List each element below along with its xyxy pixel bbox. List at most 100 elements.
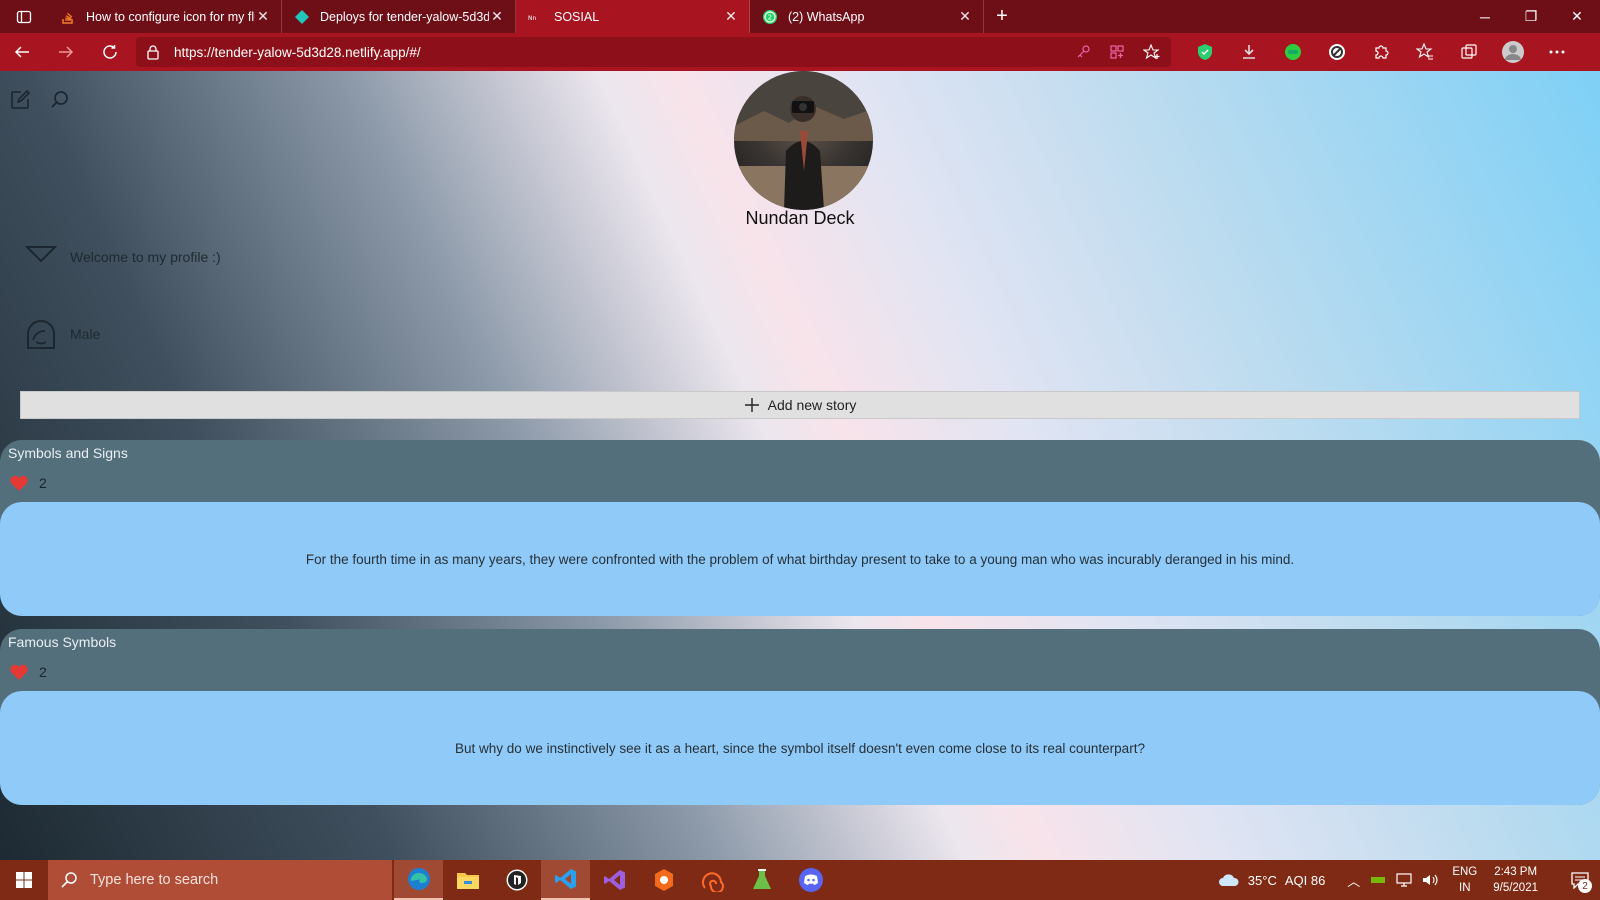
profile-photo-icon xyxy=(734,71,873,210)
browser-tab[interactable]: How to configure icon for my flu ✕ xyxy=(48,0,282,33)
language-indicator[interactable]: ENG IN xyxy=(1452,864,1477,896)
heart-icon xyxy=(10,664,28,680)
like-button[interactable]: 2 xyxy=(9,663,47,681)
add-story-button[interactable]: Add new story xyxy=(20,391,1580,419)
favorites-icon[interactable] xyxy=(1413,40,1437,64)
svg-text:2: 2 xyxy=(768,13,772,21)
refresh-button[interactable] xyxy=(88,33,132,71)
clock-time: 2:43 PM xyxy=(1494,866,1538,878)
browser-tab-active[interactable]: Nn SOSIAL ✕ xyxy=(516,0,750,33)
browser-tab[interactable]: 2 (2) WhatsApp ✕ xyxy=(750,0,984,33)
refresh-icon xyxy=(103,45,117,59)
story-title: Famous Symbols xyxy=(8,634,117,650)
like-count: 2 xyxy=(39,475,47,491)
story-body: But why do we instinctively see it as a … xyxy=(0,691,1600,805)
cloud-icon xyxy=(1218,874,1239,886)
apps-icon[interactable] xyxy=(1109,44,1125,60)
notifications-button[interactable]: 2 xyxy=(1560,860,1600,900)
browser-tab-bar: How to configure icon for my flu ✕ Deplo… xyxy=(0,0,1600,33)
heart-icon xyxy=(10,475,28,491)
tab-actions-button[interactable] xyxy=(0,0,48,33)
story-card[interactable]: Famous Symbols 2 But why do we instincti… xyxy=(0,629,1600,805)
taskbar: Type here to search 35°C AQI 86 ︿ ENG IN… xyxy=(0,860,1600,900)
search-placeholder: Type here to search xyxy=(90,872,219,888)
arrow-right-icon xyxy=(59,46,74,58)
taskbar-search[interactable]: Type here to search xyxy=(48,860,392,900)
url-text: https://tender-yalow-5d3d28.netlify.app/… xyxy=(174,44,421,60)
file-explorer-icon[interactable] xyxy=(443,860,492,900)
clock[interactable]: 2:43 PM 9/5/2021 xyxy=(1493,864,1538,896)
windows-icon xyxy=(16,872,32,888)
volume-icon[interactable] xyxy=(1422,873,1438,887)
story-body: For the fourth time in as many years, th… xyxy=(0,502,1600,616)
plus-icon: + xyxy=(996,5,1008,27)
add-favorite-icon[interactable] xyxy=(1143,44,1161,60)
download-icon[interactable] xyxy=(1237,40,1261,64)
tab-actions-icon xyxy=(16,10,32,23)
address-bar[interactable]: https://tender-yalow-5d3d28.netlify.app/… xyxy=(136,37,1171,67)
window-controls: ─ ❐ ✕ xyxy=(1462,0,1600,33)
language-code: ENG xyxy=(1452,866,1478,878)
like-button[interactable]: 2 xyxy=(9,474,47,492)
edge-icon[interactable] xyxy=(394,860,443,900)
restore-button[interactable]: ❐ xyxy=(1508,0,1554,33)
arrow-left-icon xyxy=(14,46,29,58)
extensions-puzzle-icon[interactable] xyxy=(1369,40,1393,64)
tab-title: SOSIAL xyxy=(554,9,600,24)
discord-icon[interactable] xyxy=(786,860,835,900)
profile-bio: Welcome to my profile :) xyxy=(70,249,221,265)
vscode-icon[interactable] xyxy=(541,860,590,900)
weather-aqi: AQI 86 xyxy=(1284,872,1326,888)
sosial-favicon-icon: Nn xyxy=(528,15,536,22)
tab-title: How to configure icon for my flu xyxy=(86,9,255,24)
language-region: IN xyxy=(1459,882,1471,894)
blender-like-icon[interactable] xyxy=(639,860,688,900)
profile-gender: Male xyxy=(70,326,101,342)
minimize-button[interactable]: ─ xyxy=(1462,0,1508,33)
close-tab-icon[interactable]: ✕ xyxy=(489,8,505,25)
profile-avatar xyxy=(734,71,873,210)
visual-studio-icon[interactable] xyxy=(590,860,639,900)
tab-title: Deploys for tender-yalow-5d3d2 xyxy=(320,9,489,24)
profile-avatar-icon[interactable] xyxy=(1501,40,1525,64)
lock-icon xyxy=(147,45,159,60)
close-window-button[interactable]: ✕ xyxy=(1554,0,1600,33)
browser-tab[interactable]: Deploys for tender-yalow-5d3d2 ✕ xyxy=(282,0,516,33)
bio-row: Welcome to my profile :) xyxy=(23,239,221,275)
search-icon[interactable] xyxy=(49,89,71,111)
start-button[interactable] xyxy=(0,860,48,900)
edit-icon[interactable] xyxy=(9,89,31,111)
face-icon xyxy=(27,320,55,349)
story-text: For the fourth time in as many years, th… xyxy=(305,551,1295,567)
svg-text:Nn: Nn xyxy=(528,15,536,22)
unreal-engine-icon[interactable] xyxy=(492,860,541,900)
weather-widget[interactable]: 35°C AQI 86 xyxy=(1218,872,1326,888)
houdini-icon[interactable] xyxy=(688,860,737,900)
profile-name: Nundan Deck xyxy=(745,208,855,228)
chat-extension-icon[interactable] xyxy=(1281,40,1305,64)
whatsapp-icon: 2 xyxy=(763,9,777,24)
flask-icon[interactable] xyxy=(737,860,786,900)
block-extension-icon[interactable] xyxy=(1325,40,1349,64)
back-button[interactable] xyxy=(0,33,44,71)
plus-icon xyxy=(744,398,759,412)
story-text: But why do we instinctively see it as a … xyxy=(455,740,1145,756)
story-card[interactable]: Symbols and Signs 2 For the fourth time … xyxy=(0,440,1600,616)
search-icon xyxy=(61,872,77,888)
forward-button[interactable] xyxy=(44,33,88,71)
collections-icon[interactable] xyxy=(1457,40,1481,64)
like-count: 2 xyxy=(39,664,47,680)
close-tab-icon[interactable]: ✕ xyxy=(957,8,973,25)
close-tab-icon[interactable]: ✕ xyxy=(723,8,739,25)
more-options-icon[interactable] xyxy=(1545,40,1569,64)
network-icon[interactable] xyxy=(1396,873,1412,887)
new-tab-button[interactable]: + xyxy=(984,0,1020,33)
gpu-icon[interactable] xyxy=(1370,874,1386,886)
clock-date: 9/5/2021 xyxy=(1493,882,1538,894)
key-icon[interactable] xyxy=(1075,44,1091,60)
gender-row: Male xyxy=(23,316,100,352)
shield-extension-icon[interactable] xyxy=(1193,40,1217,64)
netlify-icon xyxy=(295,9,309,24)
chevron-up-icon[interactable]: ︿ xyxy=(1347,871,1360,890)
close-tab-icon[interactable]: ✕ xyxy=(255,8,271,25)
